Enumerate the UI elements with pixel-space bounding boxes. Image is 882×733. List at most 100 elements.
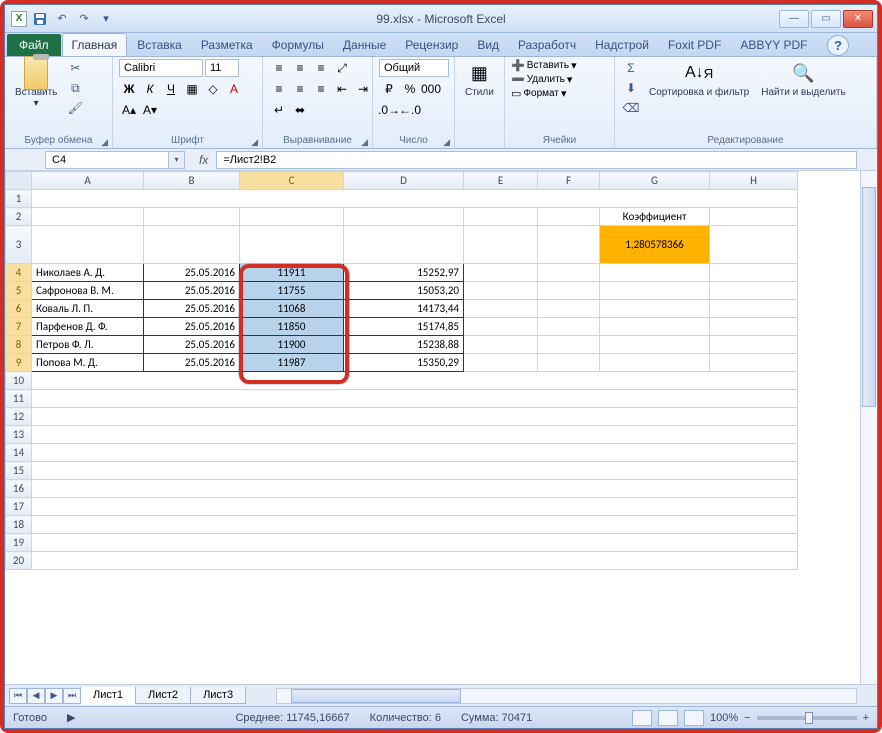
delete-cells-button[interactable]: Удалить [527,74,565,85]
copy-icon[interactable]: ⧉ [65,79,85,97]
comma-icon[interactable]: 000 [421,80,441,98]
table-cell[interactable]: 11911 [240,264,344,282]
table-cell[interactable]: Коваль Л. П. [32,300,144,318]
fill-icon[interactable]: ⬇ [621,79,641,97]
qat-redo-icon[interactable]: ↷ [75,11,93,27]
horizontal-scrollbar[interactable] [276,688,857,704]
table-cell[interactable]: 15053,20 [344,282,464,300]
tab-review[interactable]: Рецензир [396,34,467,56]
table-cell[interactable]: 11900 [240,336,344,354]
row-header[interactable]: 14 [6,444,32,462]
col-header[interactable]: B [144,172,240,190]
table-cell[interactable]: 25.05.2016 [144,318,240,336]
align-mid-icon[interactable]: ≡ [290,59,310,77]
table-cell[interactable]: 25.05.2016 [144,264,240,282]
fx-icon[interactable]: fx [191,153,216,167]
grow-font-button[interactable]: A▴ [119,101,139,119]
paste-button[interactable]: Вставить▾ [11,59,61,111]
col-header[interactable]: F [538,172,600,190]
row-header[interactable]: 11 [6,390,32,408]
underline-button[interactable]: Ч [161,80,181,98]
view-pagebreak-button[interactable] [684,710,704,726]
row-header[interactable]: 3 [6,226,32,264]
launcher-icon[interactable]: ◢ [251,137,258,148]
number-format-combo[interactable]: Общий [379,59,449,77]
close-button[interactable]: ✕ [843,10,873,28]
row-header[interactable]: 15 [6,462,32,480]
table-cell[interactable]: 11850 [240,318,344,336]
zoom-slider[interactable] [757,716,857,720]
currency-icon[interactable]: ₽ [379,80,399,98]
view-normal-button[interactable] [632,710,652,726]
row-header[interactable]: 7 [6,318,32,336]
table-cell[interactable]: Попова М. Д. [32,354,144,372]
launcher-icon[interactable]: ◢ [443,137,450,148]
sheet-nav-prev[interactable]: ◀ [27,688,45,704]
col-header[interactable]: D [344,172,464,190]
tab-insert[interactable]: Вставка [128,34,191,56]
table-cell[interactable]: 11755 [240,282,344,300]
dec-decimal-icon[interactable]: ←.0 [400,101,420,119]
fill-color-button[interactable]: ◇ [203,80,223,98]
sheet-nav-first[interactable]: ⏮ [9,688,27,704]
row-header[interactable]: 10 [6,372,32,390]
row-header[interactable]: 2 [6,208,32,226]
inc-decimal-icon[interactable]: .0→ [379,101,399,119]
maximize-button[interactable]: ▭ [811,10,841,28]
sheet-nav-last[interactable]: ⏭ [63,688,81,704]
row-header[interactable]: 19 [6,534,32,552]
sort-filter-button[interactable]: A↓ЯСортировка и фильтр [645,59,753,100]
orientation-icon[interactable]: ⤢ [332,59,352,77]
file-tab[interactable]: Файл [7,34,61,56]
font-name-combo[interactable]: Calibri [119,59,203,77]
sheet-tab[interactable]: Лист2 [135,687,191,704]
row-header[interactable]: 12 [6,408,32,426]
coef-label-cell[interactable]: Коэффициент [600,208,710,226]
table-header[interactable]: Имя [32,226,144,264]
macro-record-icon[interactable]: ▶ [67,711,75,724]
tab-home[interactable]: Главная [62,33,128,56]
zoom-slider-thumb[interactable] [805,712,813,724]
table-cell[interactable]: 15174,85 [344,318,464,336]
qat-save-icon[interactable] [31,11,49,27]
insert-cells-icon[interactable]: ➕ [511,59,525,72]
row-header[interactable]: 16 [6,480,32,498]
zoom-in-button[interactable]: + [863,712,869,724]
font-color-button[interactable]: A [224,80,244,98]
wrap-text-icon[interactable]: ↵ [269,101,289,119]
minimize-button[interactable]: — [779,10,809,28]
tab-abbyy[interactable]: ABBYY PDF [731,34,816,56]
spreadsheet-grid[interactable]: A B C D E F G H 1 2Коэффициент 3 Имя Дат… [5,171,877,684]
select-all-corner[interactable] [6,172,32,190]
table-header[interactable]: Дата [144,226,240,264]
align-left-icon[interactable]: ≡ [269,80,289,98]
merge-icon[interactable]: ⬌ [290,101,310,119]
table-cell[interactable]: 15238,88 [344,336,464,354]
row-header[interactable]: 9 [6,354,32,372]
autosum-icon[interactable]: Σ [621,59,641,77]
tab-formulas[interactable]: Формулы [263,34,333,56]
qat-dropdown-icon[interactable]: ▾ [97,11,115,27]
border-button[interactable]: ▦ [182,80,202,98]
col-header[interactable]: G [600,172,710,190]
table-cell[interactable]: Сафронова В. М. [32,282,144,300]
row-header[interactable]: 5 [6,282,32,300]
col-header[interactable]: C [240,172,344,190]
col-header[interactable]: H [710,172,798,190]
tab-data[interactable]: Данные [334,34,395,56]
styles-button[interactable]: ▦Стили [461,59,498,100]
tab-view[interactable]: Вид [468,34,508,56]
chevron-down-icon[interactable]: ▾ [168,152,184,168]
zoom-out-button[interactable]: − [744,712,750,724]
view-layout-button[interactable] [658,710,678,726]
row-header[interactable]: 17 [6,498,32,516]
coef-value-cell[interactable]: 1,280578366 [600,226,710,264]
tab-developer[interactable]: Разработч [509,34,585,56]
format-cells-icon[interactable]: ▭ [511,87,521,100]
table-cell[interactable]: 15252,97 [344,264,464,282]
align-top-icon[interactable]: ≡ [269,59,289,77]
table-cell[interactable]: 14173,44 [344,300,464,318]
tab-layout[interactable]: Разметка [192,34,262,56]
formula-bar[interactable]: =Лист2!B2 [216,151,857,169]
row-header[interactable]: 6 [6,300,32,318]
